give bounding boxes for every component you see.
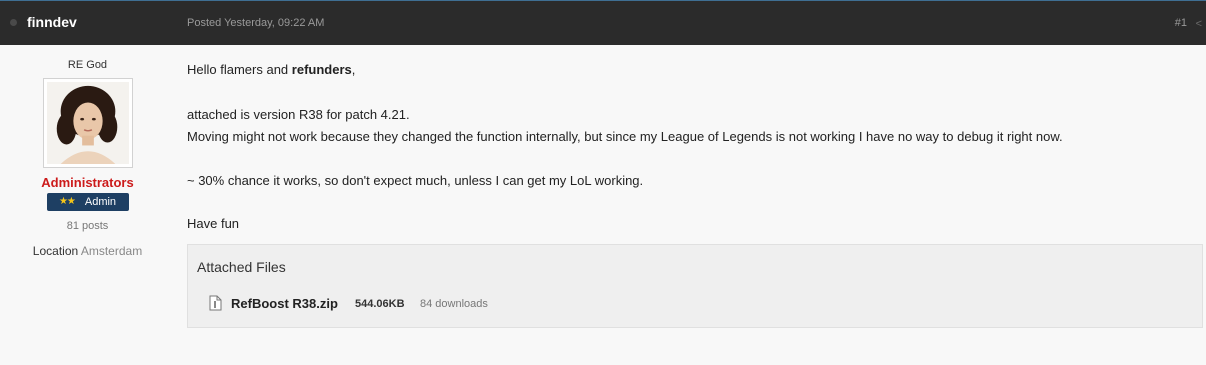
group-badge: ★★ Admin [46, 193, 129, 211]
post-line: Moving might not work because they chang… [187, 129, 1063, 144]
post-line: ~ 30% chance it works, so don't expect m… [187, 173, 644, 188]
author-panel: RE God Administrators ★★ Admin 81 posts … [0, 45, 175, 258]
author-group: Administrators [41, 175, 134, 190]
author-username-link[interactable]: finndev [27, 14, 77, 30]
avatar-portrait-icon [46, 82, 129, 164]
post-timestamp: Posted Yesterday, 09:22 AM [187, 17, 325, 29]
badge-label: Admin [84, 196, 117, 208]
location-label: Location [32, 244, 79, 258]
post-line-greeting: Hello flamers and refunders, [187, 59, 355, 81]
greeting-bold-text: refunders [291, 62, 352, 77]
post-header: finndev Posted Yesterday, 09:22 AM #1 < [0, 0, 1206, 45]
post-line: attached is version R38 for patch 4.21. [187, 107, 410, 122]
forum-post: finndev Posted Yesterday, 09:22 AM #1 < … [0, 0, 1206, 365]
author-location: Location Amsterdam [0, 244, 175, 258]
stars-icon: ★★ [58, 196, 76, 207]
location-value: Amsterdam [80, 244, 143, 258]
greeting-text: Hello flamers and [187, 62, 292, 77]
file-icon [209, 295, 222, 316]
greeting-suffix: , [351, 62, 356, 77]
post-count: 81 posts [66, 220, 109, 232]
rank-title: RE God [67, 59, 108, 71]
attachment-size: 544.06KB [355, 298, 405, 310]
attached-files-title: Attached Files [197, 259, 286, 275]
avatar[interactable] [42, 78, 133, 168]
attached-files-box: Attached Files RefBoost R38.zip 544.06KB… [187, 244, 1203, 328]
status-dot-icon [10, 19, 17, 26]
post-number-link[interactable]: #1 [1175, 17, 1187, 29]
post-line: Have fun [187, 216, 240, 231]
attachment-link[interactable]: RefBoost R38.zip [231, 296, 338, 311]
attachment-downloads: 84 downloads [420, 298, 488, 310]
share-icon[interactable]: < [1196, 18, 1202, 30]
